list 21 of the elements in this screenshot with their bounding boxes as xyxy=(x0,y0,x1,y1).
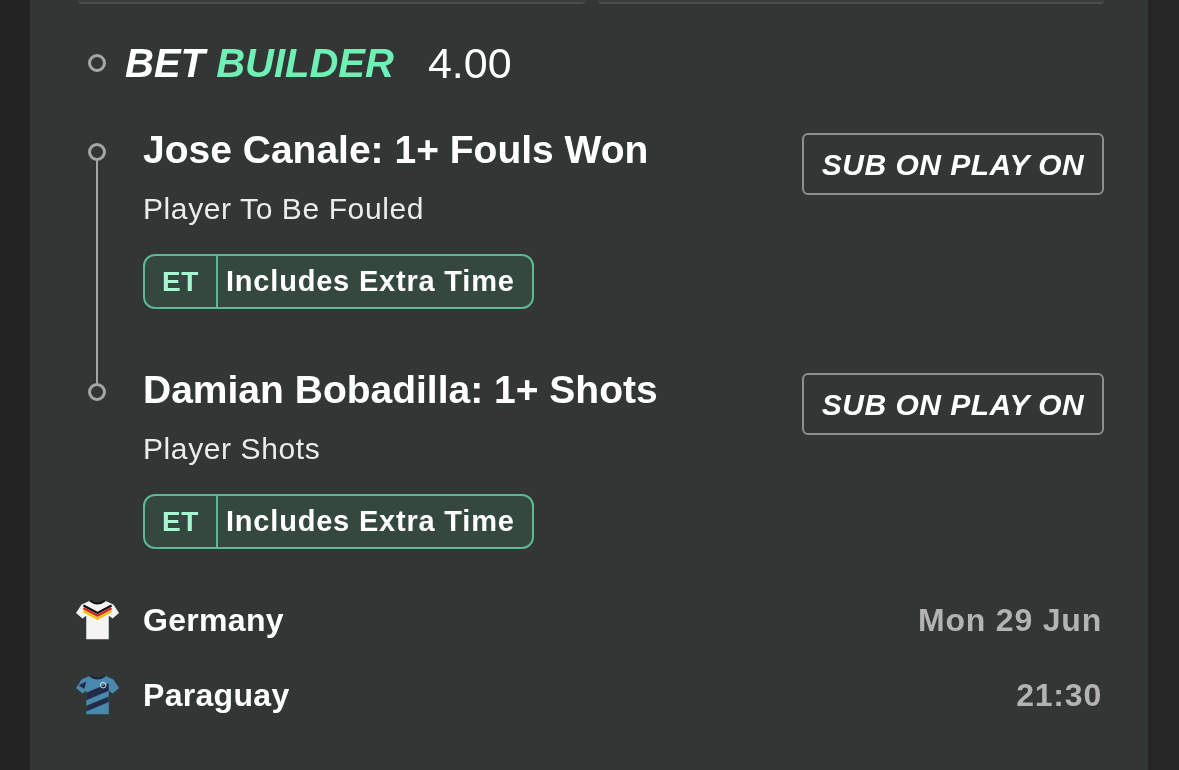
sub-on-play-on-button[interactable]: SUB ON PLAY ON xyxy=(802,133,1104,195)
badge-code: ET xyxy=(161,264,200,299)
timeline-node-icon xyxy=(88,143,106,161)
timeline-node-icon xyxy=(88,54,106,72)
odds-value: 4.00 xyxy=(427,39,512,87)
sub-on-play-on-button[interactable]: SUB ON PLAY ON xyxy=(802,373,1104,435)
team-name: Germany xyxy=(143,600,284,640)
timeline-node-icon xyxy=(88,383,106,401)
match-date: Mon 29 Jun xyxy=(918,600,1102,640)
market-name: Player To Be Fouled xyxy=(143,191,424,227)
team-name: Paraguay xyxy=(143,675,290,715)
badge-label: Includes Extra Time xyxy=(216,496,532,547)
shirt-icon xyxy=(75,597,120,642)
shirt-icon xyxy=(75,672,120,717)
market-name: Player Shots xyxy=(143,431,321,467)
badge-label: Includes Extra Time xyxy=(216,256,532,307)
badge-code: ET xyxy=(161,504,200,539)
bet-builder-title: BET BUILDER xyxy=(125,40,394,87)
match-time: 21:30 xyxy=(1016,675,1102,715)
selection-title: Jose Canale: 1+ Fouls Won xyxy=(143,128,649,172)
selection-title: Damian Bobadilla: 1+ Shots xyxy=(143,368,658,412)
